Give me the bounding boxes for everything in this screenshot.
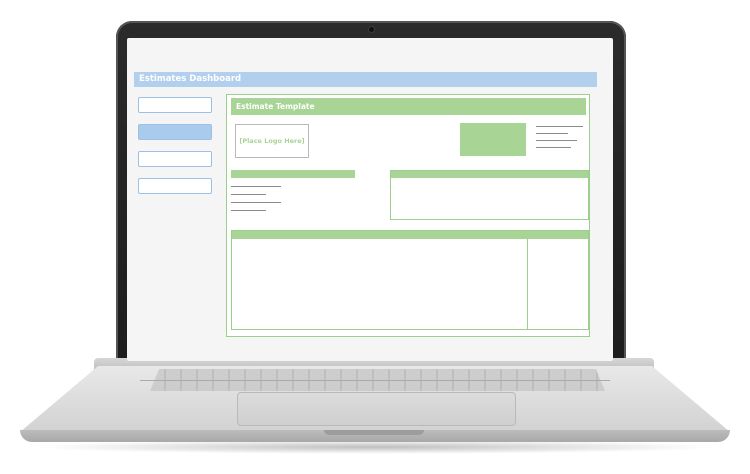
client-info-line (231, 186, 281, 187)
client-info-line (231, 202, 281, 203)
client-info-header-bar (231, 170, 355, 178)
webcam-icon (369, 27, 374, 32)
company-info-line (536, 147, 571, 148)
laptop-opening-notch (324, 430, 424, 435)
company-info-block (460, 123, 526, 156)
trackpad[interactable] (237, 392, 516, 426)
company-info-line (536, 133, 568, 134)
line-items-column-divider (527, 239, 528, 329)
dashboard-header: Estimates Dashboard (134, 72, 597, 87)
sidebar-item-4[interactable] (138, 178, 212, 194)
sidebar-item-2-active[interactable] (138, 124, 212, 140)
logo-placeholder-label: [Place Logo Here] (239, 137, 305, 145)
company-info-line (536, 126, 583, 127)
client-info-line (231, 210, 266, 211)
estimate-details-header-bar (391, 171, 588, 178)
line-items-header-bar (232, 231, 588, 239)
laptop-screen: Estimates Dashboard Estimate Template [P… (127, 38, 613, 361)
company-info-line (536, 140, 577, 141)
estimate-details-box (390, 170, 589, 220)
template-title: Estimate Template (231, 98, 586, 115)
client-info-line (231, 194, 266, 195)
sidebar-item-3[interactable] (138, 151, 212, 167)
sidebar-item-1[interactable] (138, 97, 212, 113)
logo-placeholder[interactable]: [Place Logo Here] (235, 124, 309, 158)
keyboard-row-divider (140, 380, 610, 381)
line-items-table (231, 230, 589, 330)
estimate-template-panel: Estimate Template [Place Logo Here] (226, 94, 590, 337)
laptop-shadow (30, 440, 720, 454)
